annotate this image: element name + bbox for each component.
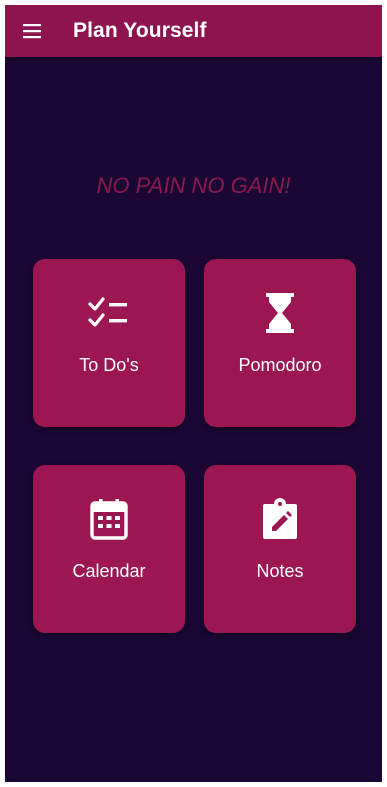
checklist-icon bbox=[85, 289, 133, 337]
tile-label: Pomodoro bbox=[238, 355, 322, 375]
tile-label: To Do's bbox=[79, 355, 139, 375]
todos-tile[interactable]: To Do's bbox=[33, 259, 185, 427]
hourglass-icon bbox=[256, 289, 304, 337]
app-title: Plan Yourself bbox=[73, 19, 207, 42]
calendar-icon bbox=[85, 495, 133, 543]
hamburger-menu-icon bbox=[23, 24, 41, 39]
menu-button[interactable] bbox=[7, 5, 59, 57]
notes-tile[interactable]: Notes bbox=[204, 465, 356, 633]
app-screen: Plan Yourself NO PAIN NO GAIN! To Do's P… bbox=[5, 5, 382, 782]
tile-label: Notes bbox=[256, 561, 304, 581]
app-bar: Plan Yourself bbox=[5, 5, 382, 57]
tile-label: Calendar bbox=[72, 561, 146, 581]
clipboard-edit-icon bbox=[256, 495, 304, 543]
motto-text: NO PAIN NO GAIN! bbox=[96, 173, 291, 198]
calendar-tile[interactable]: Calendar bbox=[33, 465, 185, 633]
pomodoro-tile[interactable]: Pomodoro bbox=[204, 259, 356, 427]
